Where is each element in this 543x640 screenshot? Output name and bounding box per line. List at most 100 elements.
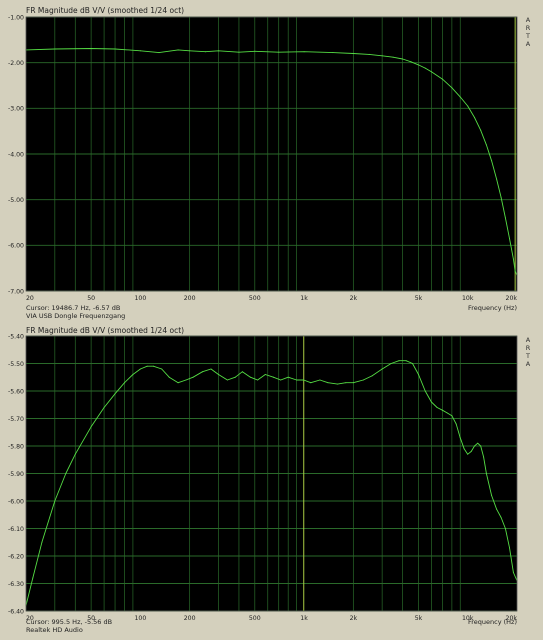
data-point (278, 51, 280, 53)
y-tick-label: -6.10 (8, 526, 24, 533)
x-tick-label: 1k (300, 295, 308, 302)
data-point (189, 50, 191, 52)
data-point (218, 374, 219, 375)
data-point (254, 50, 256, 52)
x-tick-label: 2k (350, 295, 358, 302)
data-point (158, 52, 160, 54)
cursor-readout: Cursor: 995.5 Hz, -5.56 dB (26, 618, 113, 626)
x-axis-label: Frequency (Hz) (467, 304, 517, 312)
data-point (402, 58, 404, 60)
data-point (332, 52, 334, 54)
data-point (398, 360, 400, 362)
data-point (114, 48, 116, 50)
data-point (504, 528, 506, 529)
data-point (139, 368, 141, 370)
data-point (218, 50, 219, 52)
data-point (90, 426, 92, 428)
data-point (54, 48, 56, 50)
x-tick-label: 200 (184, 295, 196, 302)
y-tick-label: -3.00 (8, 106, 24, 113)
data-point (241, 371, 243, 373)
frequency-response-plot[interactable]: -5.40 -5.50 -5.60 -5.70 -5.80 -5.90 -6.00 -6.10… (0, 320, 543, 640)
data-point (430, 71, 432, 73)
data-point (371, 375, 373, 377)
data-point (480, 445, 482, 447)
data-point (177, 382, 179, 384)
data-point (474, 445, 475, 447)
data-point (327, 382, 329, 384)
data-point (496, 508, 498, 510)
data-point (424, 390, 426, 392)
data-point (405, 360, 407, 362)
data-point (491, 160, 493, 162)
y-tick-label: -6.30 (8, 581, 24, 588)
data-point (168, 376, 170, 378)
data-point (509, 547, 510, 549)
data-point (303, 51, 305, 53)
y-tick-label: -7.00 (8, 288, 24, 295)
data-point (451, 415, 453, 417)
data-point (496, 178, 498, 180)
data-point (509, 238, 510, 239)
data-point (467, 453, 469, 455)
x-tick-label: 5k (415, 615, 423, 622)
data-point (485, 473, 487, 474)
data-point (362, 379, 364, 381)
data-point (139, 50, 141, 52)
data-point (319, 379, 321, 381)
data-point (280, 379, 282, 381)
y-tick-label: -6.00 (8, 498, 24, 505)
data-point (185, 379, 187, 381)
data-point (257, 379, 259, 381)
data-point (124, 382, 125, 384)
y-tick-label: -1.00 (8, 14, 24, 21)
chart-panel-via: FR Magnitude dB V/V (smoothed 1/24 oct) … (0, 0, 543, 320)
data-point (455, 423, 457, 425)
data-point (287, 376, 289, 378)
data-point (32, 577, 34, 579)
data-point (446, 412, 448, 414)
data-point (491, 495, 493, 496)
data-point (303, 379, 305, 381)
x-axis-label: Frequency (Hz) (467, 618, 517, 626)
data-point (459, 437, 461, 439)
data-point (192, 376, 194, 378)
x-tick-label: 500 (249, 615, 261, 622)
y-tick-label: -5.80 (8, 443, 24, 450)
x-tick-label: 500 (249, 295, 261, 302)
data-point (424, 67, 426, 69)
frequency-response-plot[interactable]: -1.00 -2.00 -3.00 -4.00 -5.00 -6.00 -7.0020 50 1… (0, 0, 543, 320)
trace-name: Realtek HD Audio (26, 626, 83, 634)
chart-panel-realtek: FR Magnitude dB V/V (smoothed 1/24 oct) … (0, 320, 543, 640)
data-point (205, 51, 206, 53)
data-point (103, 407, 105, 408)
data-point (512, 258, 514, 260)
data-point (467, 105, 469, 107)
data-point (381, 55, 383, 57)
data-point (418, 374, 419, 375)
data-point (477, 442, 479, 444)
x-tick-label: 10k (462, 295, 474, 302)
data-point (132, 374, 134, 375)
data-point (463, 448, 465, 450)
data-point (474, 117, 475, 118)
x-tick-label: 2k (350, 615, 358, 622)
y-tick-label: -4.00 (8, 151, 24, 158)
data-point (238, 51, 240, 53)
data-point (202, 371, 204, 373)
data-point (480, 129, 482, 131)
data-point (512, 572, 514, 573)
x-tick-label: 100 (134, 295, 146, 302)
data-point (146, 365, 148, 367)
data-point (410, 61, 412, 63)
y-tick-label: -5.70 (8, 416, 24, 423)
data-point (500, 517, 502, 518)
data-point (296, 379, 298, 381)
data-point (441, 78, 443, 80)
y-tick-label: -5.90 (8, 471, 24, 478)
data-point (352, 382, 354, 384)
data-point (114, 393, 116, 395)
data-point (392, 56, 394, 58)
x-tick-label: 200 (184, 615, 196, 622)
y-tick-label: -6.00 (8, 243, 24, 250)
